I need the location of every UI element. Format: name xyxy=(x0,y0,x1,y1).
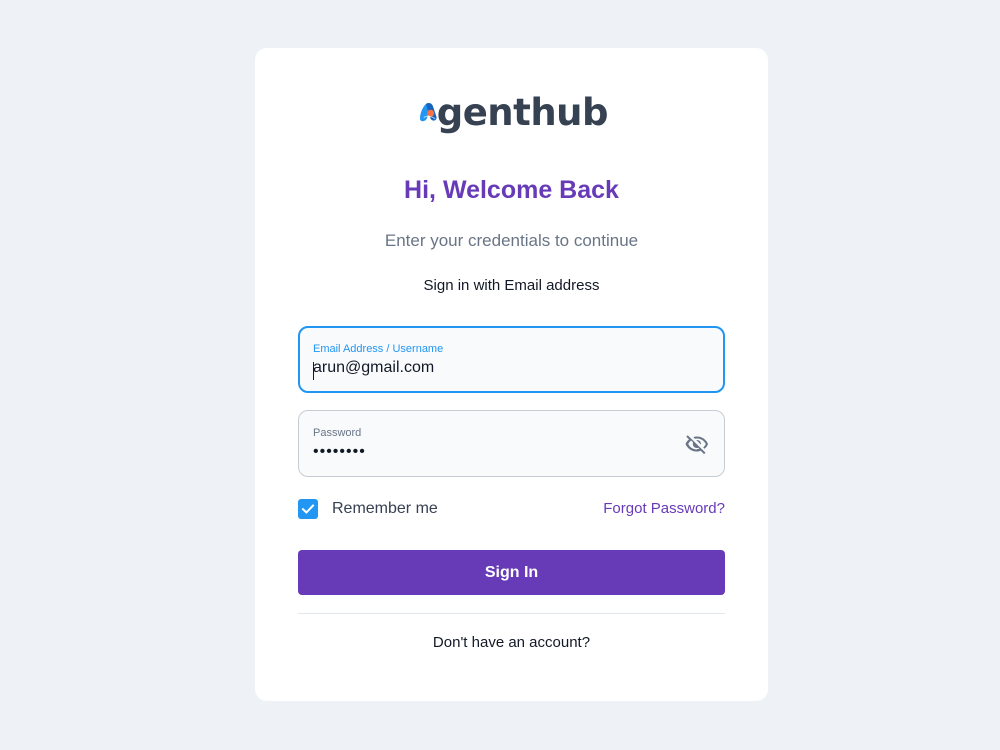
email-field-label: Email Address / Username xyxy=(313,343,444,355)
checkbox-checked-icon[interactable] xyxy=(298,499,318,519)
signin-method-label: Sign in with Email address xyxy=(423,277,600,294)
brand-logo: genthub xyxy=(418,88,609,136)
password-field-label: Password xyxy=(313,427,362,439)
sign-in-button[interactable]: Sign In xyxy=(298,550,725,595)
password-field[interactable]: Password •••••••• xyxy=(298,410,725,477)
register-link[interactable]: Don't have an account? xyxy=(255,634,768,651)
logo-mark-icon xyxy=(420,102,437,122)
eye-off-icon[interactable] xyxy=(684,432,710,456)
page-title: Hi, Welcome Back xyxy=(404,176,619,204)
forgot-password-link[interactable]: Forgot Password? xyxy=(603,500,725,517)
divider xyxy=(298,613,725,614)
password-input[interactable]: •••••••• xyxy=(313,443,673,461)
email-field[interactable]: Email Address / Username xyxy=(298,326,725,393)
page-subtitle: Enter your credentials to continue xyxy=(384,231,639,250)
email-input[interactable] xyxy=(313,359,673,377)
remember-me-label: Remember me xyxy=(332,500,438,517)
login-card: genthub Hi, Welcome Back Enter your cred… xyxy=(255,48,768,701)
logo-text: genthub xyxy=(436,90,609,134)
remember-me-checkbox[interactable]: Remember me xyxy=(298,499,438,519)
